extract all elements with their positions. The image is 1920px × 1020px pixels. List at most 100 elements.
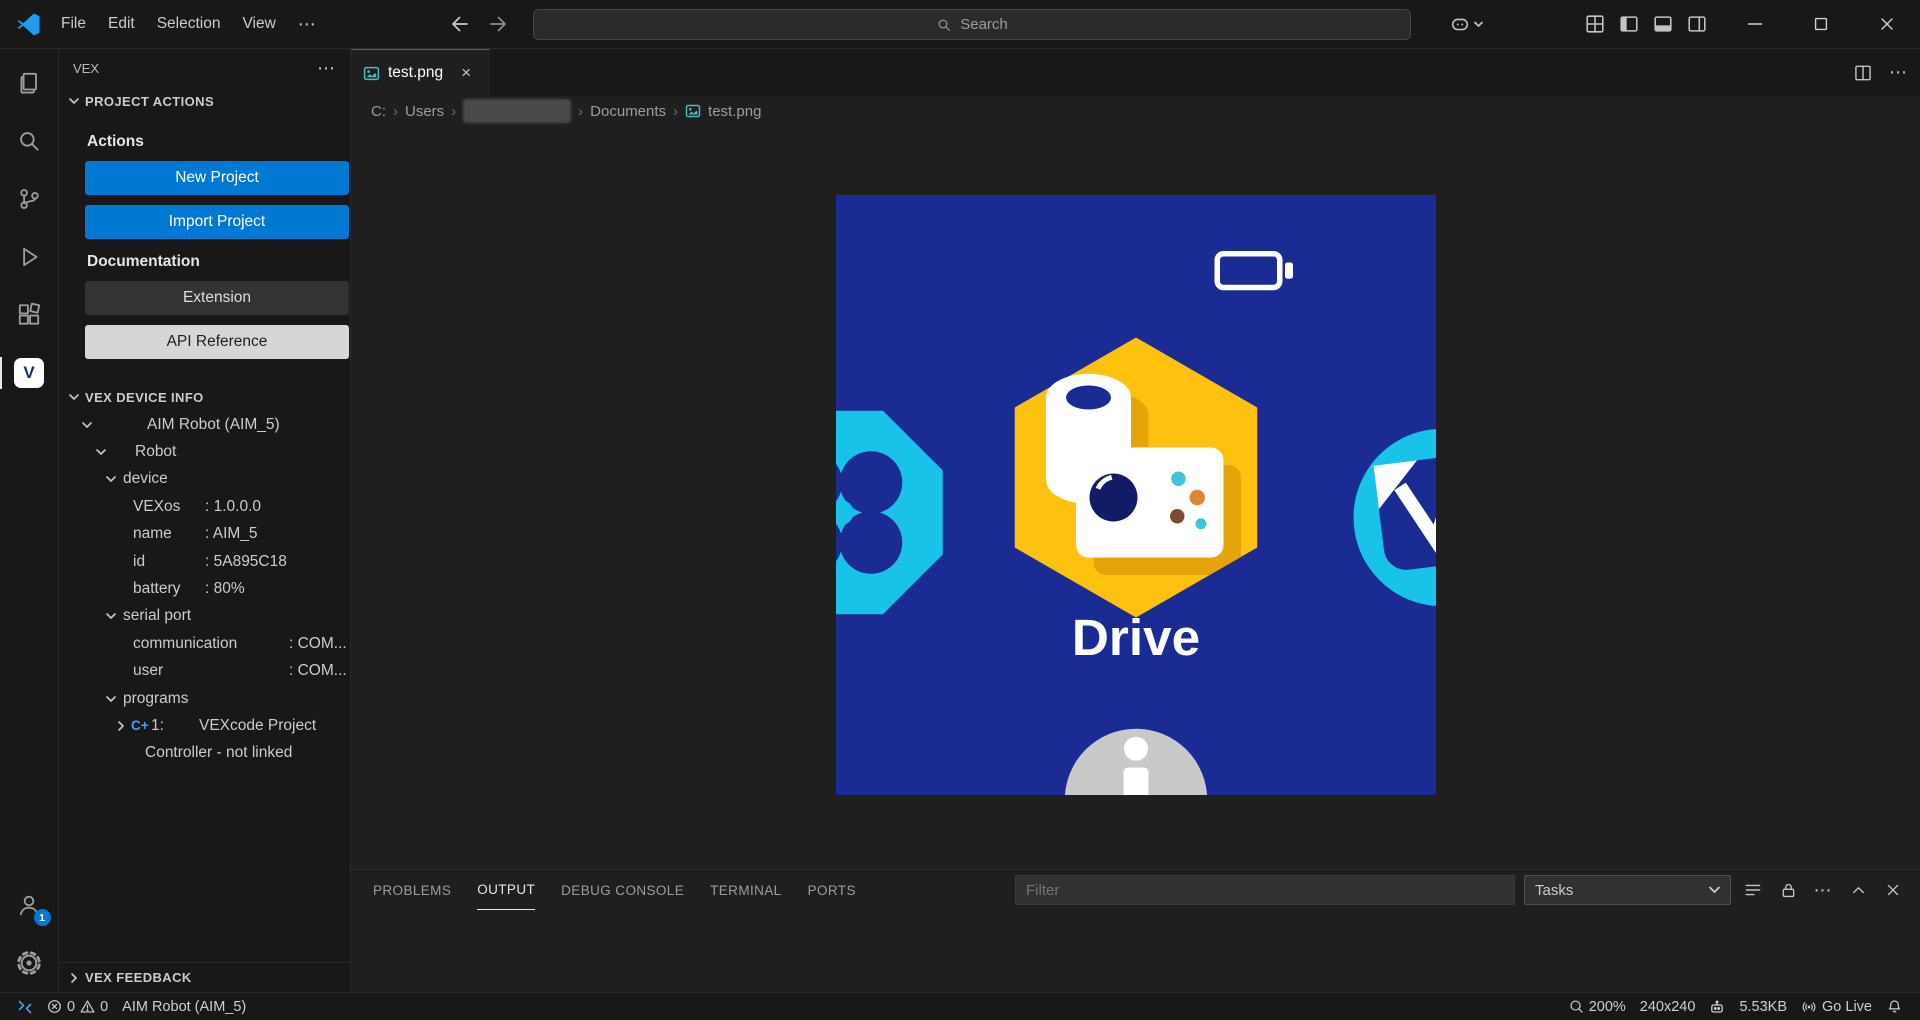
- section-device-info[interactable]: VEX DEVICE INFO: [59, 383, 350, 411]
- minimize-button[interactable]: [1722, 0, 1788, 49]
- tab-problems[interactable]: PROBLEMS: [373, 870, 451, 910]
- tree-key: id: [133, 553, 205, 571]
- section-vex-feedback[interactable]: VEX FEEDBACK: [59, 962, 350, 992]
- output-channel-select[interactable]: Tasks: [1524, 875, 1731, 905]
- activity-explorer[interactable]: [0, 54, 59, 112]
- editor-more-actions[interactable]: ⋯: [1889, 62, 1908, 83]
- maximize-panel-button[interactable]: [1845, 877, 1871, 903]
- back-arrow-icon[interactable]: [448, 12, 472, 36]
- activity-search[interactable]: [0, 112, 59, 170]
- tab-debug-console[interactable]: DEBUG CONSOLE: [561, 870, 684, 910]
- chevron-up-icon: [1849, 881, 1868, 900]
- tree-key: battery: [133, 580, 205, 598]
- tree-value: : 1.0.0.0: [205, 498, 261, 516]
- activity-vex[interactable]: V: [0, 344, 59, 402]
- menu-file[interactable]: File: [50, 7, 97, 41]
- activity-extensions[interactable]: [0, 286, 59, 344]
- tree-item-device[interactable]: device: [59, 466, 350, 493]
- go-live-button[interactable]: Go Live: [1794, 999, 1879, 1015]
- chevron-down-icon: [93, 444, 109, 460]
- breadcrumb-item-file[interactable]: test.png: [708, 103, 761, 120]
- test-png-image: Drive: [836, 195, 1436, 795]
- breadcrumb-item-users[interactable]: Users: [405, 103, 444, 120]
- toggle-primary-sidebar-button[interactable]: [1612, 7, 1646, 41]
- panel-left-icon: [1618, 13, 1640, 35]
- tree-item-program-1[interactable]: C+ 1: VEXcode Project: [59, 712, 350, 739]
- close-window-button[interactable]: [1854, 0, 1920, 49]
- tree-key: name: [133, 525, 205, 543]
- panel-more-actions[interactable]: ⋯: [1810, 877, 1836, 903]
- image-dimensions-status[interactable]: 240x240: [1633, 999, 1703, 1015]
- tab-terminal[interactable]: TERMINAL: [710, 870, 781, 910]
- problems-status[interactable]: 0 0: [40, 993, 115, 1020]
- tree-item-id[interactable]: id : 5A895C18: [59, 548, 350, 575]
- image-file-icon: [685, 103, 701, 119]
- api-reference-button[interactable]: API Reference: [85, 325, 349, 359]
- file-size-status[interactable]: 5.53KB: [1732, 999, 1794, 1015]
- sidebar-more-actions[interactable]: ⋯: [317, 58, 336, 79]
- import-project-button[interactable]: Import Project: [85, 205, 349, 239]
- split-editor-icon[interactable]: [1853, 63, 1873, 83]
- menu-bar: File Edit Selection View ⋯: [50, 7, 328, 41]
- toggle-secondary-sidebar-button[interactable]: [1680, 7, 1714, 41]
- copilot-button[interactable]: [1440, 7, 1492, 41]
- maximize-button[interactable]: [1788, 0, 1854, 49]
- tree-item-vexos[interactable]: VEXos : 1.0.0.0: [59, 493, 350, 520]
- notifications-button[interactable]: [1879, 998, 1910, 1015]
- tree-item-battery[interactable]: battery : 80%: [59, 575, 350, 602]
- gear-icon: [16, 950, 42, 976]
- tree-item-programs[interactable]: programs: [59, 685, 350, 712]
- forward-arrow-icon[interactable]: [486, 12, 510, 36]
- activity-accounts[interactable]: 1: [0, 876, 59, 934]
- robot-status[interactable]: [1702, 999, 1732, 1015]
- tree-item-serial-port[interactable]: serial port: [59, 603, 350, 630]
- activity-source-control[interactable]: [0, 170, 59, 228]
- tree-item-user-port[interactable]: user : COM...: [59, 658, 350, 685]
- tab-close-button[interactable]: ×: [455, 62, 477, 84]
- activity-run-debug[interactable]: [0, 228, 59, 286]
- menu-selection[interactable]: Selection: [146, 7, 232, 41]
- device-tree: AIM Robot (AIM_5) Robot device VEXos : 1…: [59, 411, 350, 767]
- vex-device-status[interactable]: AIM Robot (AIM_5): [115, 993, 253, 1020]
- breadcrumb-item-drive[interactable]: C:: [371, 103, 386, 120]
- breadcrumb-item-username-redacted[interactable]: [463, 99, 571, 123]
- lock-autoscroll-button[interactable]: [1775, 877, 1801, 903]
- tree-item-controller[interactable]: Controller - not linked: [59, 740, 350, 767]
- tab-test-png[interactable]: test.png ×: [351, 49, 490, 96]
- chevron-right-icon: [66, 970, 82, 986]
- file-size: 5.53KB: [1739, 999, 1787, 1015]
- activity-settings[interactable]: [0, 934, 59, 992]
- remote-indicator[interactable]: [10, 993, 40, 1020]
- menu-more[interactable]: ⋯: [287, 7, 328, 41]
- tree-label: serial port: [123, 607, 191, 625]
- tree-value: : 5A895C18: [205, 553, 287, 571]
- search-box[interactable]: Search: [533, 9, 1411, 40]
- zoom-status[interactable]: 200%: [1562, 999, 1633, 1015]
- clear-output-button[interactable]: [1740, 877, 1766, 903]
- tree-item-robot-root[interactable]: AIM Robot (AIM_5): [59, 411, 350, 438]
- output-filter-input[interactable]: [1015, 875, 1515, 905]
- broadcast-icon: [1801, 999, 1817, 1015]
- menu-edit[interactable]: Edit: [97, 7, 146, 41]
- close-panel-button[interactable]: [1880, 877, 1906, 903]
- chevron-right-icon: ›: [393, 103, 398, 120]
- section-project-actions[interactable]: PROJECT ACTIONS: [59, 87, 350, 115]
- tree-item-name[interactable]: name : AIM_5: [59, 521, 350, 548]
- tree-item-robot[interactable]: Robot: [59, 438, 350, 465]
- toggle-panel-button[interactable]: [1646, 7, 1680, 41]
- tab-output[interactable]: OUTPUT: [477, 870, 535, 910]
- menu-view[interactable]: View: [231, 7, 286, 41]
- go-live-label: Go Live: [1822, 999, 1872, 1015]
- chevron-down-icon: [103, 691, 119, 707]
- close-icon: [1877, 14, 1897, 34]
- chevron-down-icon: [66, 93, 82, 109]
- new-project-button[interactable]: New Project: [85, 161, 349, 195]
- extension-docs-button[interactable]: Extension: [85, 281, 349, 315]
- tree-label: Robot: [135, 443, 176, 461]
- breadcrumb-item-documents[interactable]: Documents: [590, 103, 666, 120]
- image-preview-canvas[interactable]: Drive: [351, 126, 1920, 869]
- image-dimensions: 240x240: [1640, 999, 1696, 1015]
- customize-layout-button[interactable]: [1578, 7, 1612, 41]
- tree-item-communication[interactable]: communication : COM...: [59, 630, 350, 657]
- tab-ports[interactable]: PORTS: [808, 870, 856, 910]
